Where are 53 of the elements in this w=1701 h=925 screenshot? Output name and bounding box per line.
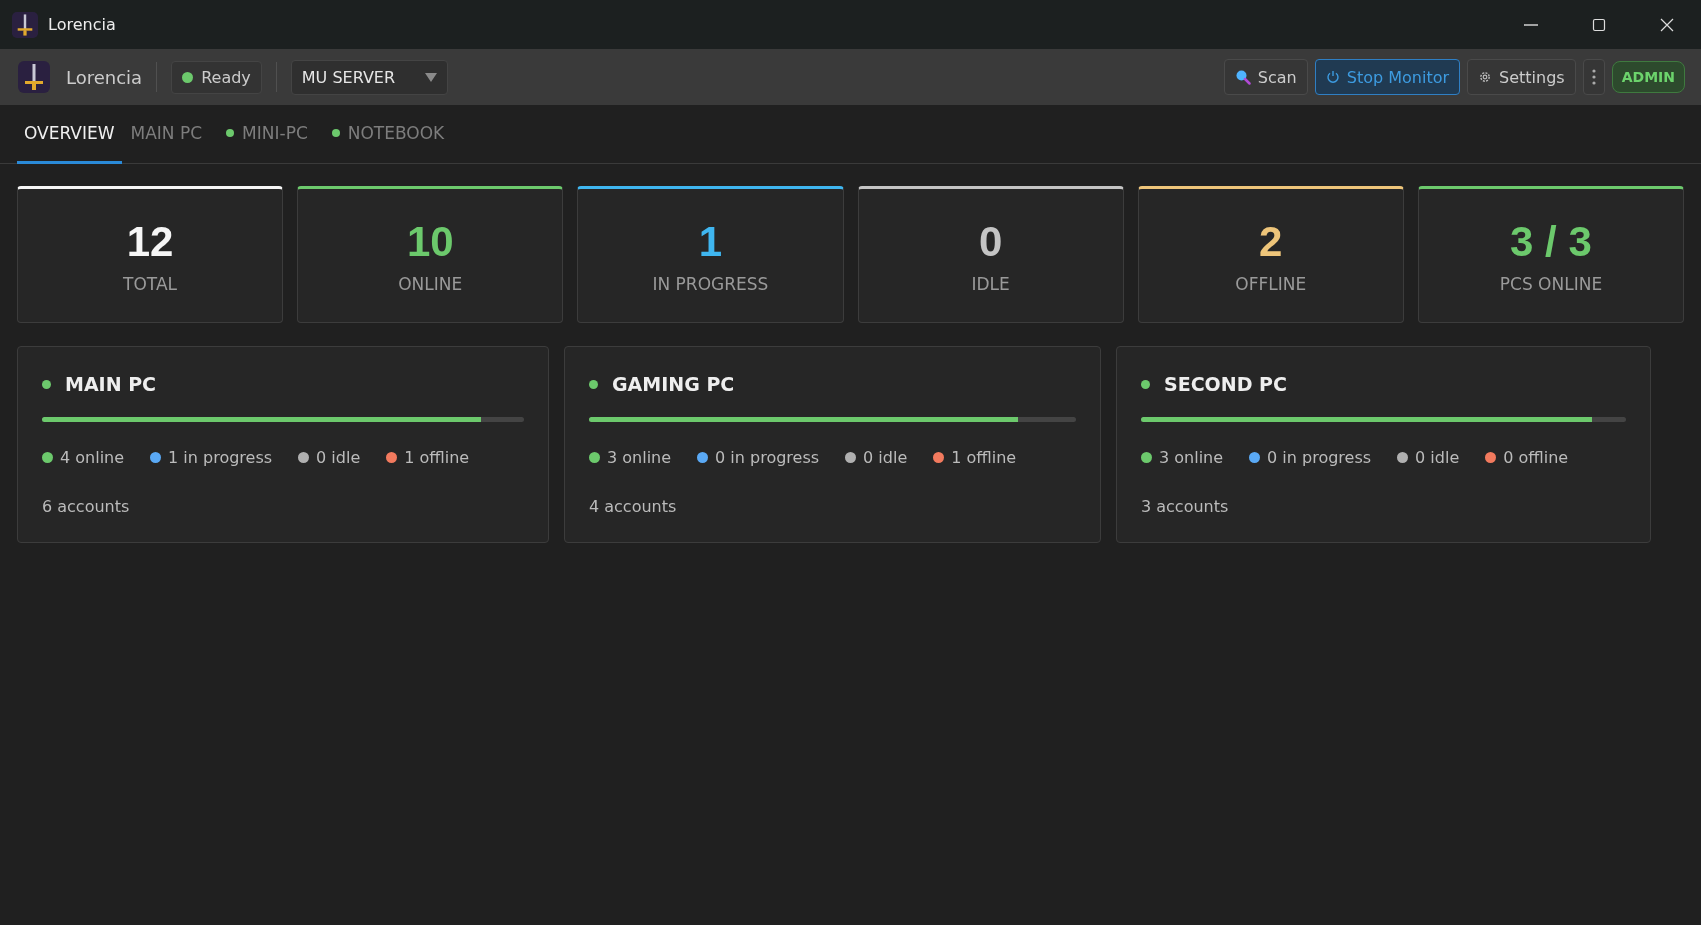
pc-name: MAIN PC xyxy=(65,373,157,395)
stat-label: TOTAL xyxy=(123,273,178,294)
app-name: Lorencia xyxy=(66,66,143,88)
stat-label: OFFLINE xyxy=(1235,273,1307,294)
settings-icon xyxy=(1478,70,1493,84)
legend-label: 0 idle xyxy=(863,448,908,467)
settings-button[interactable]: Settings xyxy=(1467,59,1576,95)
pc-name: SECOND PC xyxy=(1164,373,1287,395)
pc-name: GAMING PC xyxy=(612,373,735,395)
legend-label: 1 in progress xyxy=(168,448,273,467)
legend-label: 3 online xyxy=(1159,448,1224,467)
tab[interactable]: MINI-PC xyxy=(211,105,315,164)
stat-label: IN PROGRESS xyxy=(652,273,769,294)
status-label: Ready xyxy=(201,67,251,87)
stat-value: 0 xyxy=(978,217,1003,266)
stat-label: IDLE xyxy=(971,273,1010,294)
legend-label: 4 online xyxy=(60,448,125,467)
legend-label: 0 idle xyxy=(1415,448,1460,467)
account-count: 4 accounts xyxy=(589,497,678,516)
window-title: Lorencia xyxy=(48,15,116,34)
more-button[interactable] xyxy=(1582,59,1605,95)
legend-label: 0 in progress xyxy=(715,448,820,467)
sword-logo-icon xyxy=(18,61,50,93)
stat-value: 2 xyxy=(1259,217,1283,266)
close-icon xyxy=(1659,16,1675,33)
tab[interactable]: NOTEBOOK xyxy=(316,105,452,164)
legend-label: 0 offline xyxy=(1503,448,1569,467)
more-icon xyxy=(1591,69,1596,85)
account-count: 3 accounts xyxy=(1141,497,1230,516)
search-icon xyxy=(1234,69,1251,85)
role-badge: ADMIN xyxy=(1611,61,1685,93)
tab[interactable]: OVERVIEW xyxy=(17,105,122,164)
caret-icon xyxy=(425,72,438,82)
account-count: 6 accounts xyxy=(42,497,131,516)
stat-value: 12 xyxy=(126,217,174,266)
stat-value: 3 / 3 xyxy=(1510,217,1592,266)
legend-label: 1 offline xyxy=(951,448,1017,467)
maximize-icon xyxy=(1591,16,1607,33)
legend-label: 0 idle xyxy=(316,448,361,467)
legend-label: 3 online xyxy=(607,448,672,467)
legend-label: 0 in progress xyxy=(1267,448,1372,467)
tab[interactable]: MAIN PC xyxy=(123,105,210,164)
stat-label: PCS ONLINE xyxy=(1499,273,1603,294)
power-icon xyxy=(1325,70,1340,84)
stat-label: ONLINE xyxy=(398,273,463,294)
server-dropdown[interactable]: MU SERVER xyxy=(290,59,449,95)
stop-monitor-button[interactable]: Stop Monitor xyxy=(1314,59,1461,95)
sword-logo-icon xyxy=(12,11,38,38)
legend-label: 1 offline xyxy=(404,448,470,467)
stat-value: 10 xyxy=(406,217,454,266)
stat-value: 1 xyxy=(698,217,723,266)
minimize-icon xyxy=(1524,23,1538,26)
scan-button[interactable]: Scan xyxy=(1223,59,1308,95)
